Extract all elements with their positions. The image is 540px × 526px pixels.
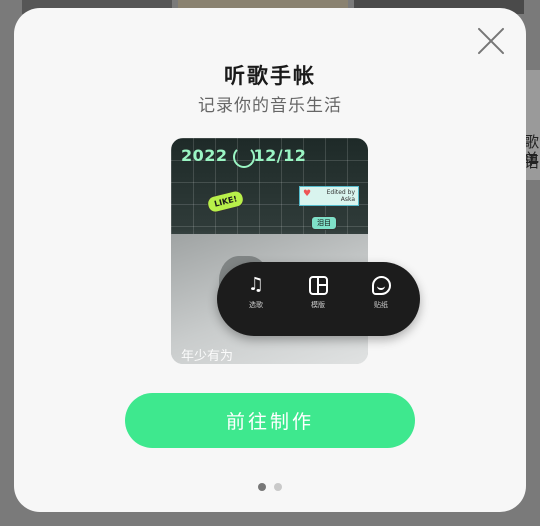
pagination-dots (14, 476, 526, 495)
preview-date-day: 12/12 (253, 146, 307, 165)
edited-by-note: ♥ Edited by Aska (299, 186, 359, 206)
smile-icon (233, 146, 255, 168)
preview-date-year: 2022 (181, 146, 228, 165)
page-dot[interactable] (274, 483, 282, 491)
music-note-icon: ♫ (247, 274, 265, 295)
toolbar-item-template[interactable]: 模版 (293, 272, 343, 310)
background-side-panel: 歌单 语 (524, 70, 540, 180)
emotion-tag: 泪目 (311, 216, 337, 230)
toolbar-item-label: 选歌 (249, 301, 263, 309)
modal-title: 听歌手帐 (224, 64, 316, 88)
toolbar-item-music[interactable]: ♫ 选歌 (231, 272, 281, 310)
close-icon[interactable] (476, 26, 506, 56)
sticker-icon (371, 276, 391, 295)
toolbar-item-label: 模版 (311, 301, 325, 309)
feature-intro-modal: 听歌手帐 记录你的音乐生活 2022 12/12 LIKE! ♥ Edited b… (14, 8, 526, 512)
editor-toolbar: ♫ 选歌 模版 贴纸 (217, 262, 420, 336)
template-icon (308, 276, 328, 295)
editor-name: Aska (340, 196, 355, 203)
page-dot-active[interactable] (258, 483, 266, 491)
toolbar-item-label: 贴纸 (374, 301, 388, 309)
toolbar-item-sticker[interactable]: 贴纸 (356, 272, 406, 310)
background-text: 语 (524, 153, 540, 171)
modal-subtitle: 记录你的音乐生活 (198, 96, 342, 116)
heart-icon: ♥ (303, 189, 312, 199)
edited-by-label: Edited by (326, 189, 355, 196)
go-create-button[interactable]: 前往制作 (125, 393, 415, 448)
preview-caption: 年少有为 (181, 349, 234, 364)
